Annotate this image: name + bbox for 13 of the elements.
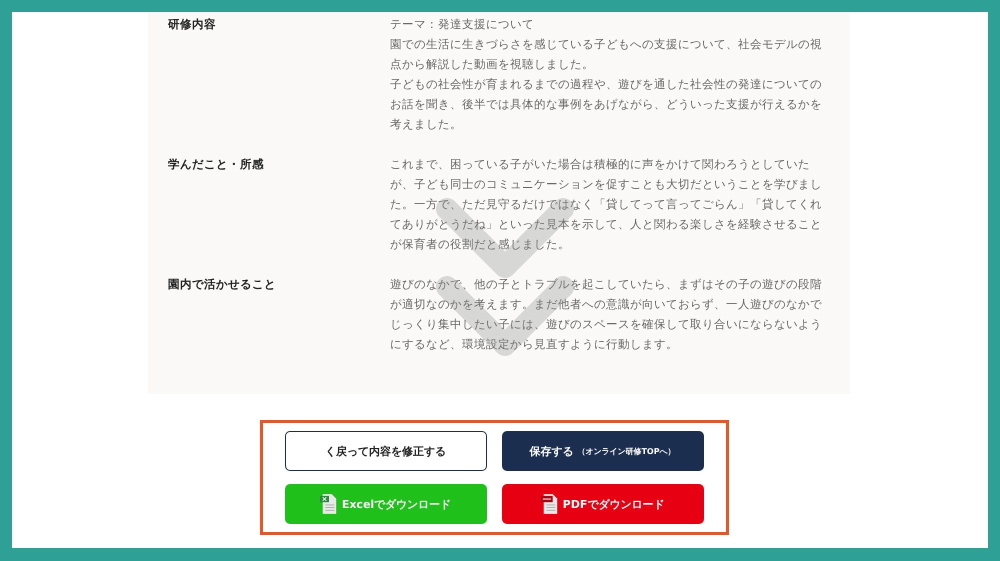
save-button[interactable]: 保存する （オンライン研修TOPへ） (502, 431, 704, 471)
field-label: 園内で活かせること (168, 276, 277, 293)
field-text: 遊びのなかで、他の子とトラブルを起こしていたら、まずはその子の遊びの段階が適切なのかを考えます。まだ他者への意識が向いておらず、一人遊びのなかでじっくり集中したい子には、遊びのスペースを確保して取り合いにならないようにするなど、環境設定から見直すように行動します。 (390, 276, 823, 353)
pdf-file-icon (540, 493, 559, 515)
field-text: テーマ：発達支援について (390, 16, 535, 33)
pdf-download-button[interactable]: PDFでダウンロード (502, 484, 704, 524)
field-text: 園での生活に生きづらさを感じている子どもへの支援について、社会モデルの視点から解説した動画を視聴しました。 (390, 36, 823, 73)
field-label: 学んだこと・所感 (168, 156, 265, 173)
spreadsheet-file-icon (320, 493, 338, 515)
back-button[interactable]: く戻って内容を修正する (284, 431, 486, 471)
field-text: 子どもの社会性が育まれるまでの過程や、遊びを通した社会性の発達についてのお話を聞き、後半では具体的な事例をあげながら、どういった支援が行えるかを考えました。 (390, 76, 823, 133)
field-label: 研修内容 (168, 16, 217, 33)
field-text: これまで、困っている子がいた場合は積極的に声をかけて関わろうとしていたが、子ども同士のコミュニケーションを促すことも大切だということを学びました。一方で、ただ見守るだけではなく「貸してって言ってごらん」「貸してくれてありがとうだね」といった見本を示して、人と関わる楽しさを経験させることが保育者の役割だと感じました。 (390, 156, 823, 253)
